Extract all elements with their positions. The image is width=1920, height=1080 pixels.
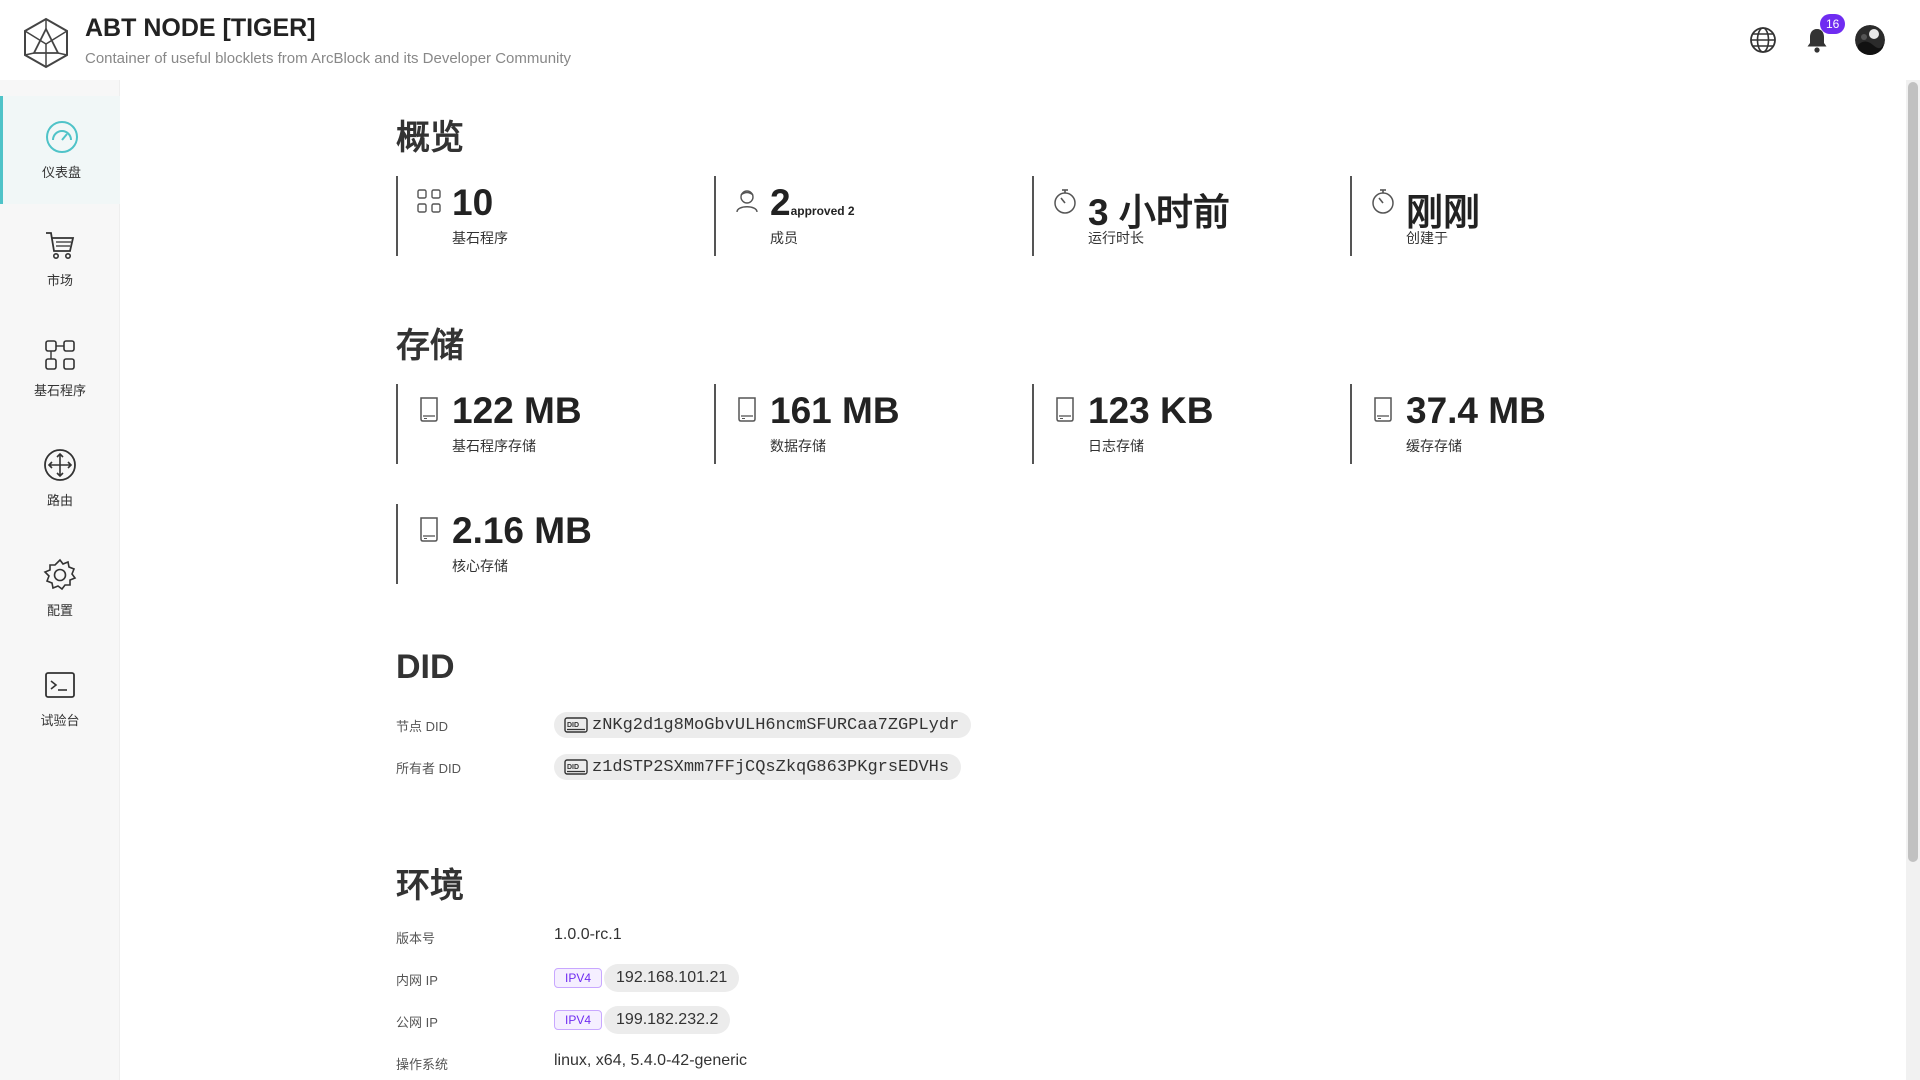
stat-data-storage: 161 MB 数据存储 [714,384,1032,464]
node-did-label: 节点 DID [396,719,449,734]
stat-label: 成员 [770,230,798,246]
terminal-icon [45,671,75,698]
stat-cache-storage: 37.4 MB 缓存存储 [1350,384,1668,464]
node-did-value: zNKg2d1g8MoGbvULH6ncmSFURCaa7ZGPLydr [592,715,960,735]
stat-value: 37.4 MB [1406,390,1546,431]
dashboard-gauge-icon [45,120,78,153]
stat-value: 2.16 MB [452,510,592,551]
internal-ip-value[interactable]: 192.168.101.21 [604,964,740,992]
scrollbar-thumb[interactable] [1908,82,1918,862]
stat-label: 基石程序 [452,230,508,246]
public-ip-value[interactable]: 199.182.232.2 [604,1006,731,1034]
stat-value: 161 MB [770,390,900,431]
os-label: 操作系统 [396,1057,449,1072]
version-value: 1.0.0-rc.1 [554,926,622,943]
user-avatar[interactable] [1855,25,1885,55]
sidebar: 仪表盘 市场 基石程序 路由 配置 试验台 [0,80,120,1080]
sidebar-item-dashboard[interactable]: 仪表盘 [0,96,120,204]
section-title-did: DID [396,648,455,686]
svg-text:DID: DID [567,722,579,729]
abt-node-logo-icon[interactable] [22,17,70,69]
stat-label: 运行时长 [1088,230,1144,246]
section-title-overview: 概览 [396,119,464,157]
sidebar-item-settings[interactable]: 配置 [0,534,120,642]
stat-value: 2approved 2 [770,182,855,223]
stat-label: 数据存储 [770,438,826,454]
disk-icon [420,397,438,422]
disk-icon [738,397,756,422]
stopwatch-icon [1054,189,1076,214]
stat-label: 创建于 [1406,230,1448,246]
stat-label: 基石程序存储 [452,438,536,454]
sidebar-item-playground[interactable]: 试验台 [0,644,120,752]
stat-uptime: 3 小时前 运行时长 [1032,176,1350,256]
version-label: 版本号 [396,931,436,946]
app-title: ABT NODE [TIGER] [85,14,316,42]
owner-did-value: z1dSTP2SXmm7FFjCQsZkqG863PKgrsEDVHs [592,757,950,777]
node-did-chip[interactable]: DID zNKg2d1g8MoGbvULH6ncmSFURCaa7ZGPLydr [554,712,972,738]
did-icon: DID [564,717,588,733]
disk-icon [1056,397,1074,422]
main-content: 概览 10 基石程序 2approved 2 成员 3 小时前 运行时长 刚刚 … [396,80,1896,1080]
stat-log-storage: 123 KB 日志存储 [1032,384,1350,464]
ip-version-tag: IPV4 [554,1010,603,1030]
cart-icon [46,231,75,259]
stat-blocklet-storage: 122 MB 基石程序存储 [396,384,714,464]
sidebar-item-router[interactable]: 路由 [0,424,120,532]
route-icon [44,448,76,481]
sidebar-item-label: 路由 [46,492,73,508]
owner-did-label: 所有者 DID [396,761,462,776]
stat-value: 123 KB [1088,390,1214,431]
disk-icon [1374,397,1392,422]
section-title-storage: 存储 [396,327,464,365]
svg-text:DID: DID [567,764,579,771]
stat-value: 122 MB [452,390,582,431]
section-title-environment: 环境 [396,867,464,905]
sidebar-item-market[interactable]: 市场 [0,204,120,312]
sidebar-item-label: 试验台 [40,712,80,728]
public-ip-row: IPV4 199.182.232.2 [554,1006,731,1034]
stat-core-storage: 2.16 MB 核心存储 [396,504,714,584]
sidebar-item-label: 市场 [46,272,73,288]
members-icon [736,190,758,213]
stat-label: 缓存存储 [1406,438,1462,454]
stat-label: 核心存储 [452,558,508,574]
sidebar-item-label: 仪表盘 [41,164,81,180]
internal-ip-row: IPV4 192.168.101.21 [554,964,740,992]
owner-did-chip[interactable]: DID z1dSTP2SXmm7FFjCQsZkqG863PKgrsEDVHs [554,754,962,780]
gear-icon [43,558,77,590]
disk-icon [420,517,438,542]
sidebar-item-label: 配置 [46,602,73,618]
stat-members: 2approved 2 成员 [714,176,1032,256]
internal-ip-label: 内网 IP [396,973,438,988]
stat-label: 日志存储 [1088,438,1144,454]
stat-blocklets: 10 基石程序 [396,176,714,256]
public-ip-label: 公网 IP [396,1015,438,1030]
stat-sub-value: approved 2 [790,204,855,218]
stat-value: 10 [452,182,494,223]
language-globe-icon[interactable] [1748,25,1778,55]
sidebar-item-label: 基石程序 [33,382,86,398]
ip-version-tag: IPV4 [554,968,603,988]
stopwatch-icon [1372,189,1394,214]
app-subtitle: Container of useful blocklets from ArcBl… [85,50,572,67]
app-header: ABT NODE [TIGER] Container of useful blo… [0,0,1920,80]
page-scrollbar[interactable] [1906,80,1920,1080]
stat-created: 刚刚 创建于 [1350,176,1668,256]
sidebar-item-blocklets[interactable]: 基石程序 [0,314,120,422]
os-value: linux, x64, 5.4.0-42-generic [554,1052,747,1069]
blocks-icon [45,339,75,370]
notification-badge: 16 [1820,14,1846,34]
did-icon: DID [564,759,588,775]
blocks-icon [417,189,441,213]
